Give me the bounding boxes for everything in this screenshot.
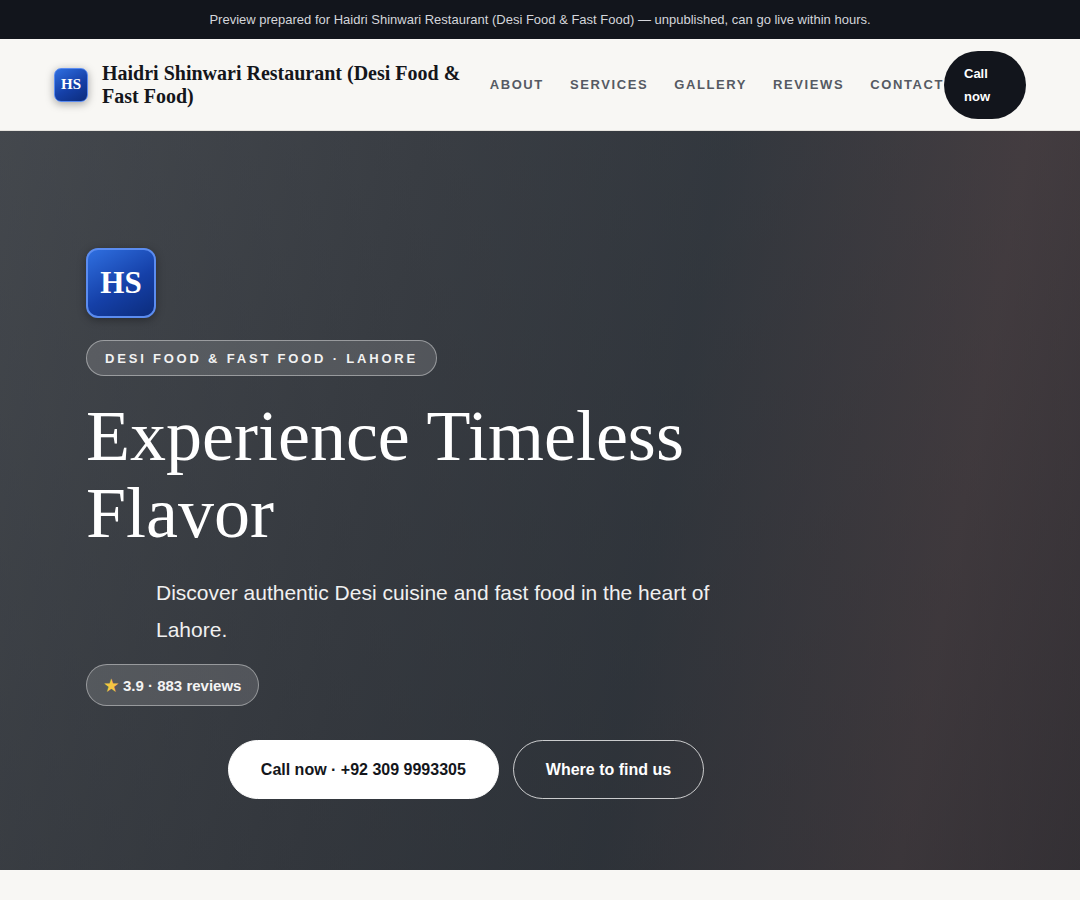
hero-button[interactable]: Call now · +92 309 9993305 [228,740,499,799]
main-nav: ABOUT SERVICES GALLERY REVIEWS CONTACTCall n… [490,51,1026,119]
rating-pill: ★ 3.9 · 883 reviews [86,664,259,706]
hero: HS DESI FOOD & FAST FOOD · LAHORE Experien… [0,131,1080,870]
call-now-button[interactable]: Call now [944,51,1026,119]
hero-content: HS DESI FOOD & FAST FOOD · LAHORE Experien… [86,248,846,799]
nav-link[interactable]: GALLERY [674,77,747,92]
hero-heading: Experience Timeless Flavor [86,398,726,552]
nav-link[interactable]: CONTACT [870,77,944,92]
brand[interactable]: HS Haidri Shinwari Restaurant (Desi Food … [54,62,490,108]
brand-logo-icon: HS [54,68,88,102]
hero-actions: Call now · +92 309 9993305Where to find … [228,740,704,799]
nav-link[interactable]: SERVICES [570,77,648,92]
brand-title: Haidri Shinwari Restaurant (Desi Food & … [102,62,490,108]
site-header: HS Haidri Shinwari Restaurant (Desi Food … [0,39,1080,131]
preview-banner: Preview prepared for Haidri Shinwari Res… [0,0,1080,39]
hero-button[interactable]: Where to find us [513,740,704,799]
category-badge: DESI FOOD & FAST FOOD · LAHORE [86,340,437,376]
hero-logo-icon: HS [86,248,156,318]
page: Preview prepared for Haidri Shinwari Res… [0,0,1080,900]
rating-text: 3.9 · 883 reviews [123,677,241,694]
hero-subtext: Discover authentic Desi cuisine and fast… [156,574,776,648]
nav-link[interactable]: REVIEWS [773,77,844,92]
star-icon: ★ [104,676,118,695]
nav-link[interactable]: ABOUT [490,77,544,92]
